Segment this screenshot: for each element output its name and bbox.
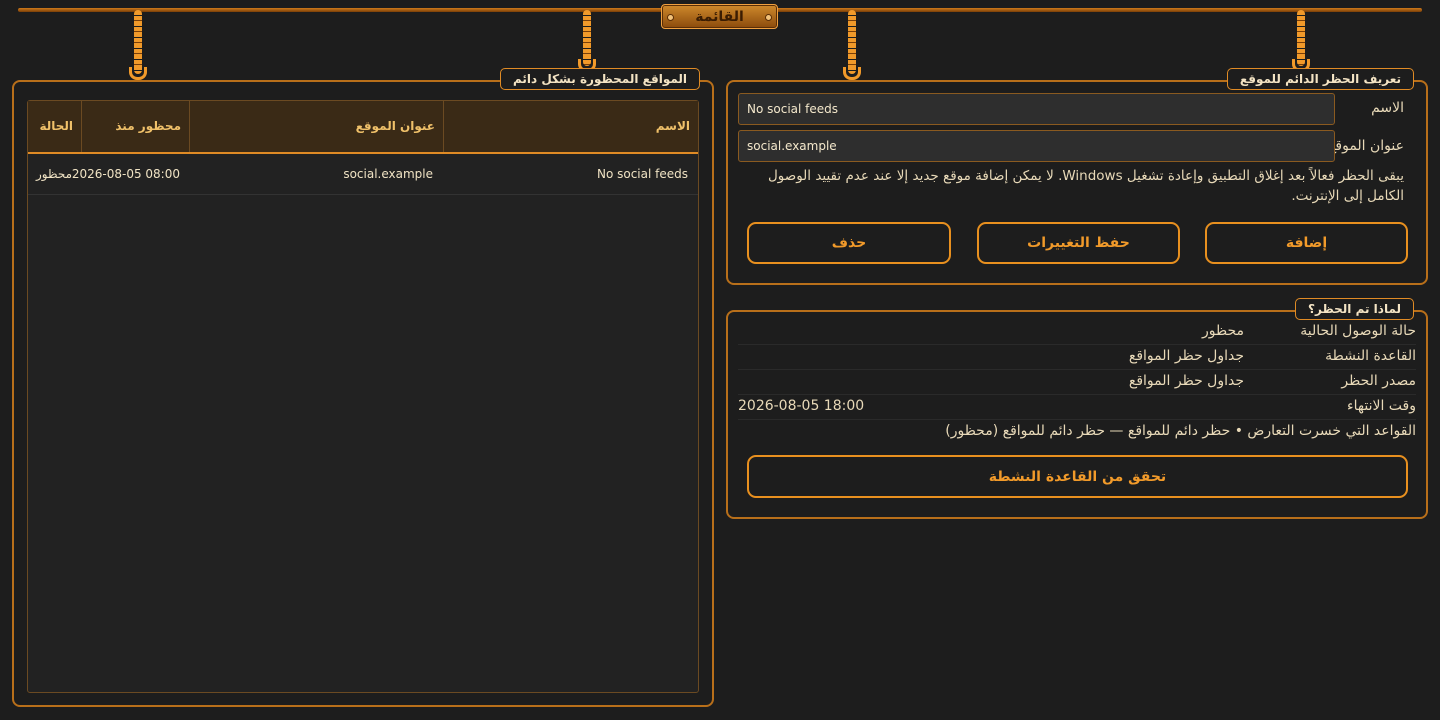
url-field[interactable]: social.example <box>738 130 1335 162</box>
active-rule-label: القاعدة النشطة <box>1325 348 1416 364</box>
why-blocked-panel: لماذا تم الحظر؟ حالة الوصول الحالية محظو… <box>726 298 1428 519</box>
save-changes-button[interactable]: حفظ التغييرات <box>977 222 1180 264</box>
add-button[interactable]: إضافة <box>1205 222 1408 264</box>
conflict-text: القواعد التي خسرت التعارض • حظر دائم للم… <box>945 423 1416 439</box>
bolt-icon <box>667 14 674 21</box>
cell-status: محظور <box>35 167 72 181</box>
blocked-sites-panel: المواقع المحظورة بشكل دائم الاسم عنوان ا… <box>12 68 714 707</box>
table-row[interactable]: No social feeds social.example 2026-08-0… <box>28 154 698 195</box>
blocked-sites-table: الاسم عنوان الموقع محظور منذ الحالة No s… <box>27 100 699 693</box>
conflict-row: القواعد التي خسرت التعارض • حظر دائم للم… <box>738 420 1416 444</box>
cell-since: 2026-08-05 08:00 <box>71 167 180 181</box>
panel-title: المواقع المحظورة بشكل دائم <box>500 68 700 90</box>
chain-decoration <box>129 10 147 80</box>
url-label: عنوان الموقع <box>1327 138 1404 154</box>
block-source-label: مصدر الحظر <box>1341 373 1416 389</box>
column-header-status[interactable]: الحالة <box>26 101 81 152</box>
name-label: الاسم <box>1371 100 1404 116</box>
active-rule-row: القاعدة النشطة جداول حظر المواقع <box>738 345 1416 370</box>
chain-decoration <box>1292 10 1310 72</box>
expiry-label: وقت الانتهاء <box>1347 398 1416 414</box>
access-status-label: حالة الوصول الحالية <box>1300 323 1416 339</box>
access-status-row: حالة الوصول الحالية محظور <box>738 320 1416 345</box>
name-field[interactable]: No social feeds <box>738 93 1335 125</box>
cell-name: No social feeds <box>596 167 688 181</box>
access-status-value: محظور <box>1201 323 1244 339</box>
expiry-row: وقت الانتهاء 2026-08-05 18:00 <box>738 395 1416 420</box>
info-note: يبقى الحظر فعالاً بعد إغلاق التطبيق وإعا… <box>767 168 1404 204</box>
active-rule-value: جداول حظر المواقع <box>1128 348 1244 364</box>
column-header-url[interactable]: عنوان الموقع <box>189 101 443 152</box>
column-header-since[interactable]: محظور منذ <box>81 101 189 152</box>
expiry-value: 2026-08-05 18:00 <box>738 398 865 414</box>
menu-label: القائمة <box>695 8 744 25</box>
block-source-row: مصدر الحظر جداول حظر المواقع <box>738 370 1416 395</box>
delete-button[interactable]: حذف <box>747 222 951 264</box>
panel-title: تعريف الحظر الدائم للموقع <box>1226 68 1414 90</box>
panel-title: لماذا تم الحظر؟ <box>1295 298 1414 320</box>
table-header: الاسم عنوان الموقع محظور منذ الحالة <box>28 101 698 154</box>
bolt-icon <box>765 14 772 21</box>
chain-decoration <box>843 10 861 80</box>
cell-url: social.example <box>343 167 433 181</box>
check-active-rule-button[interactable]: تحقق من القاعدة النشطة <box>747 455 1408 498</box>
column-header-name[interactable]: الاسم <box>443 101 698 152</box>
chain-decoration <box>578 10 596 72</box>
site-block-form-panel: تعريف الحظر الدائم للموقع الاسم No socia… <box>726 68 1428 285</box>
block-source-value: جداول حظر المواقع <box>1128 373 1244 389</box>
menu-button[interactable]: القائمة <box>661 4 778 29</box>
